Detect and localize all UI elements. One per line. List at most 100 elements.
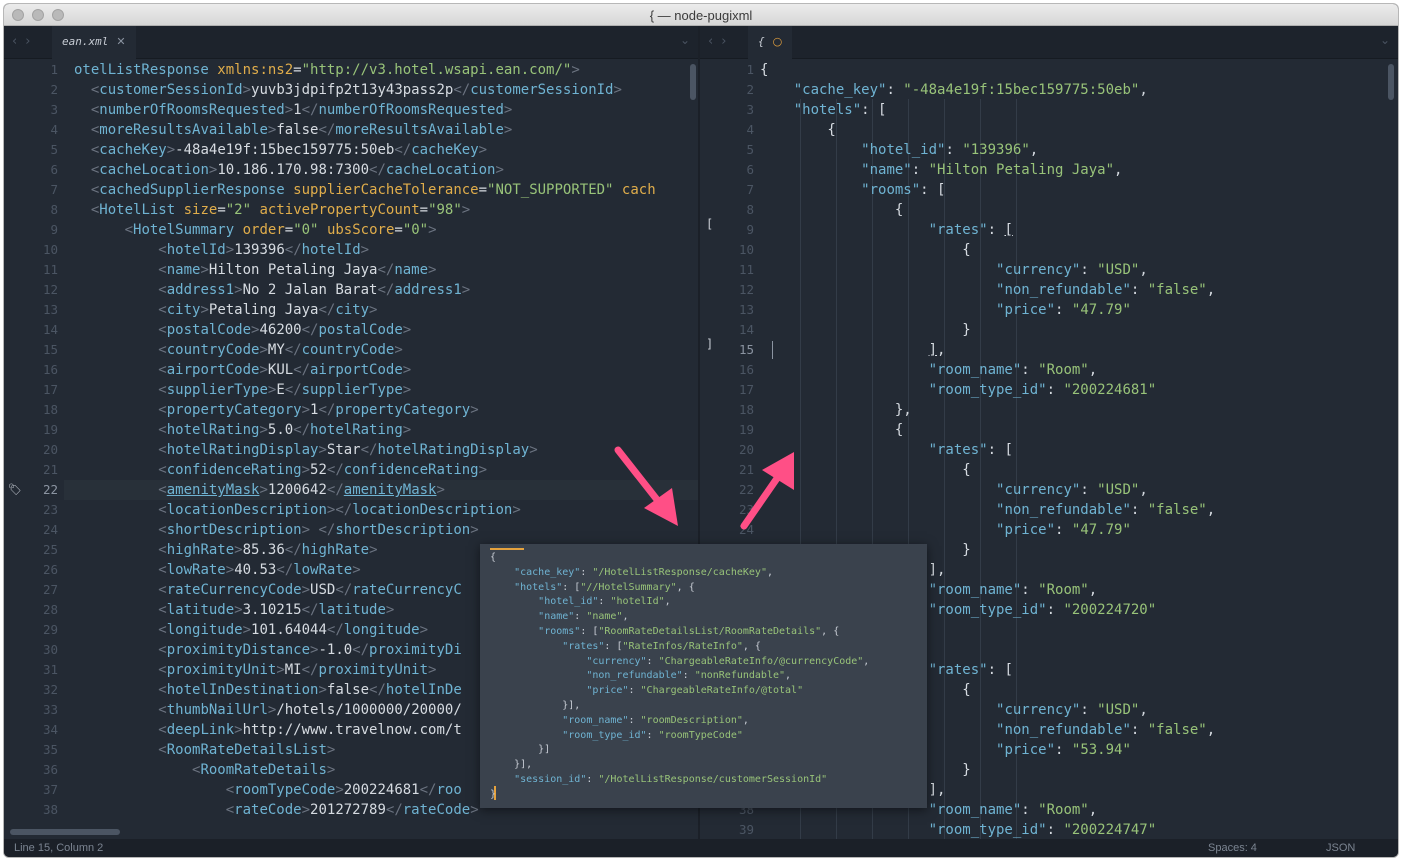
indentation-setting[interactable]: Spaces: 4 [1208, 839, 1257, 857]
chevron-left-icon[interactable]: ‹ [12, 34, 25, 49]
code-line[interactable]: 11 <name>Hilton Petaling Jaya</name> [4, 260, 698, 280]
popup-line: "currency": "ChargeableRateInfo/@currenc… [586, 655, 870, 667]
code-text: } [760, 322, 971, 338]
code-text: <highRate>85.36</highRate> [158, 542, 378, 558]
code-line[interactable]: 3 "hotels": [ [700, 100, 1398, 120]
code-line[interactable]: 4 { [700, 120, 1398, 140]
line-number: 19 [42, 422, 58, 437]
popup-line: "price": "ChargeableRateInfo/@total" [586, 685, 804, 697]
code-line[interactable]: 16 <airportCode>KUL</airportCode> [4, 360, 698, 380]
tab-label: ean.xml [62, 35, 109, 48]
code-line[interactable]: 4 <moreResultsAvailable>false</moreResul… [4, 120, 698, 140]
line-number: 17 [42, 382, 58, 397]
code-line[interactable]: 24 <shortDescription> </shortDescription… [4, 520, 698, 540]
code-text: "price": "47.79" [996, 522, 1131, 538]
code-line[interactable]: 16 "room_name": "Room", [700, 360, 1398, 380]
tab-untitled-json[interactable]: {○ [748, 26, 793, 59]
popup-line: "cache_key": "/HotelListResponse/cacheKe… [514, 566, 774, 578]
code-line[interactable]: 7 <cachedSupplierResponse supplierCacheT… [4, 180, 698, 200]
code-text: <latitude>3.10215</latitude> [158, 602, 395, 618]
code-line[interactable]: 10 <hotelId>139396</hotelId> [4, 240, 698, 260]
code-line[interactable]: 13 <city>Petaling Jaya</city> [4, 300, 698, 320]
code-line[interactable]: 7 "rooms": [ [700, 180, 1398, 200]
vertical-scrollbar[interactable] [690, 64, 696, 100]
code-text: <locationDescription></locationDescripti… [158, 502, 521, 518]
code-line[interactable]: 20 <hotelRatingDisplay>Star</hotelRating… [4, 440, 698, 460]
code-line[interactable]: 19 { [700, 420, 1398, 440]
code-line[interactable]: 14 <postalCode>46200</postalCode> [4, 320, 698, 340]
line-number: 14 [42, 322, 58, 337]
code-line[interactable]: 2 <customerSessionId>yuvb3jdpifp2t13y43p… [4, 80, 698, 100]
popup-line: "name": "name", [538, 611, 629, 623]
code-line[interactable]: 14 } [700, 320, 1398, 340]
code-line[interactable]: 5 <cacheKey>-48a4e19f:15bec159775:50eb</… [4, 140, 698, 160]
code-line[interactable]: 6 <cacheLocation>10.186.170.98:7300</cac… [4, 160, 698, 180]
syntax-selector[interactable]: JSON [1326, 839, 1355, 857]
line-number: 21 [42, 462, 58, 477]
code-text: { [760, 122, 836, 138]
line-number: 1 [50, 62, 58, 77]
horizontal-scrollbar[interactable] [10, 829, 120, 835]
popup-line: "room_name": "roomDescription", [562, 714, 749, 726]
chevron-down-icon[interactable]: ⌄ [680, 33, 690, 47]
code-line[interactable]: 22 <amenityMask>1200642</amenityMask> [4, 480, 698, 500]
code-line[interactable]: 3 <numberOfRoomsRequested>1</numberOfRoo… [4, 100, 698, 120]
code-line[interactable]: 18 }, [700, 400, 1398, 420]
unsaved-dot-icon[interactable]: ○ [773, 35, 783, 48]
code-text: "hotel_id": "139396", [861, 142, 1039, 158]
code-line[interactable]: 13 "price": "47.79" [700, 300, 1398, 320]
chevron-right-icon[interactable]: › [721, 34, 734, 49]
code-text: { [760, 242, 971, 258]
code-text: <proximityUnit>MI</proximityUnit> [158, 662, 437, 678]
popup-line: "room_type_id": "roomTypeCode" [562, 729, 743, 741]
code-line[interactable]: 39 "room_type_id": "200224747" [700, 820, 1398, 839]
code-line[interactable]: 12 "non_refundable": "false", [700, 280, 1398, 300]
popup-line: "hotel_id": "hotelId", [538, 596, 671, 608]
cursor-position[interactable]: Line 15, Column 2 [14, 839, 103, 857]
code-text: <address1>No 2 Jalan Barat</address1> [158, 282, 471, 298]
code-text: <rateCurrencyCode>USD</rateCurrencyC [158, 582, 462, 598]
code-line[interactable]: 1{ [700, 60, 1398, 80]
code-line[interactable]: 9 "rates": [ [700, 220, 1398, 240]
line-number: 18 [42, 402, 58, 417]
code-text: "rooms": [ [861, 182, 946, 198]
tab-ean-xml[interactable]: ean.xml ✕ [52, 26, 136, 59]
code-line[interactable]: 21 <confidenceRating>52</confidenceRatin… [4, 460, 698, 480]
line-number: 18 [738, 402, 754, 417]
code-line[interactable]: 12 <address1>No 2 Jalan Barat</address1> [4, 280, 698, 300]
code-line[interactable]: 11 "currency": "USD", [700, 260, 1398, 280]
code-text: <name>Hilton Petaling Jaya</name> [158, 262, 437, 278]
close-icon[interactable]: ✕ [116, 35, 125, 48]
popup-line: "non_refundable": "nonRefundable", [586, 670, 792, 682]
code-text: <countryCode>MY</countryCode> [158, 342, 403, 358]
code-line[interactable]: 15 ], [700, 340, 1398, 360]
chevron-left-icon[interactable]: ‹ [708, 34, 721, 49]
code-line[interactable]: 18 <propertyCategory>1</propertyCategory… [4, 400, 698, 420]
code-text: <hotelId>139396</hotelId> [158, 242, 370, 258]
code-line[interactable]: 19 <hotelRating>5.0</hotelRating> [4, 420, 698, 440]
code-text: <city>Petaling Jaya</city> [158, 302, 378, 318]
code-line[interactable]: 1 otelListResponse xmlns:ns2="http://v3.h… [4, 60, 698, 80]
code-line[interactable]: 6 "name": "Hilton Petaling Jaya", [700, 160, 1398, 180]
code-line[interactable]: 15 <countryCode>MY</countryCode> [4, 340, 698, 360]
code-line[interactable]: 2 "cache_key": "-48a4e19f:15bec159775:50… [700, 80, 1398, 100]
code-text: "name": "Hilton Petaling Jaya", [861, 162, 1123, 178]
chevron-right-icon[interactable]: › [25, 34, 38, 49]
line-number: 5 [746, 142, 754, 157]
code-text: <customerSessionId>yuvb3jdpifp2t13y43pas… [90, 82, 622, 98]
code-line[interactable]: 17 <supplierType>E</supplierType> [4, 380, 698, 400]
code-text: <hotelRating>5.0</hotelRating> [158, 422, 412, 438]
code-line[interactable]: 17 "room_type_id": "200224681" [700, 380, 1398, 400]
code-line[interactable]: 8 { [700, 200, 1398, 220]
code-line[interactable]: 10 { [700, 240, 1398, 260]
code-line[interactable]: 5 "hotel_id": "139396", [700, 140, 1398, 160]
chevron-down-icon[interactable]: ⌄ [1380, 33, 1390, 47]
code-line[interactable]: 23 <locationDescription></locationDescri… [4, 500, 698, 520]
code-text: <cacheKey>-48a4e19f:15bec159775:50eb</ca… [90, 142, 488, 158]
popup-line: "session_id": "/HotelListResponse/custom… [514, 774, 828, 785]
vertical-scrollbar[interactable] [1388, 64, 1394, 100]
code-line[interactable]: 8 <HotelList size="2" activePropertyCoun… [4, 200, 698, 220]
line-number: 2 [50, 82, 58, 97]
code-line[interactable]: 9 <HotelSummary order="0" ubsScore="0"> [4, 220, 698, 240]
code-text: "currency": "USD", [996, 482, 1148, 498]
